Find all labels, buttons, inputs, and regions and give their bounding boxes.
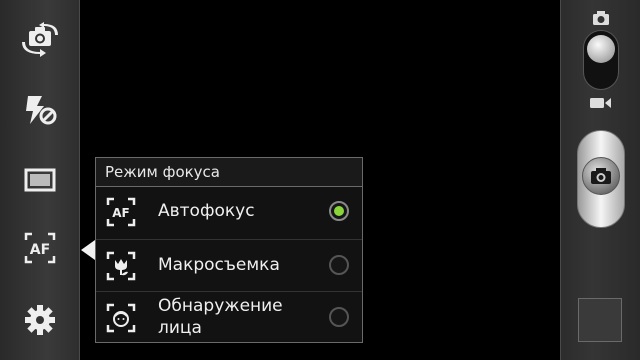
option-label-line1: Обнаружение	[158, 296, 283, 316]
left-toolbar: AF	[0, 0, 80, 360]
option-label: Макросъемка	[158, 255, 280, 275]
mode-switch[interactable]	[583, 30, 619, 90]
focus-mode-popup: Режим фокуса AF Автофокус Макросъемка Об…	[95, 157, 363, 343]
popup-pointer	[81, 240, 95, 260]
radio-unselected[interactable]	[329, 255, 349, 275]
focus-option-autofocus[interactable]: AF Автофокус	[96, 186, 362, 238]
video-icon	[590, 98, 611, 108]
gear-icon	[25, 305, 55, 335]
option-label: Автофокус	[158, 201, 255, 221]
flash-off-icon	[26, 96, 57, 125]
radio-selected[interactable]	[329, 201, 349, 221]
shutter-inner	[582, 157, 620, 195]
camera-icon	[591, 168, 611, 184]
face-detect-icon	[106, 303, 136, 333]
gallery-thumbnail[interactable]	[578, 298, 622, 342]
focus-option-face-detection[interactable]: Обнаружение лица	[96, 291, 362, 343]
camera-switch-icon	[22, 22, 58, 57]
resolution-button[interactable]	[0, 150, 80, 210]
switch-camera-button[interactable]	[0, 10, 80, 70]
af-icon: AF	[106, 197, 136, 227]
focus-mode-button[interactable]: AF	[0, 218, 80, 278]
mode-switch-knob[interactable]	[587, 35, 615, 63]
option-label-line2: лица	[158, 318, 202, 338]
svg-text:AF: AF	[112, 206, 129, 220]
af-icon: AF	[24, 232, 56, 264]
right-panel	[560, 0, 640, 360]
flash-button[interactable]	[0, 80, 80, 140]
shutter-button[interactable]	[577, 130, 625, 228]
svg-text:AF: AF	[30, 242, 50, 258]
popup-title: Режим фокуса	[96, 158, 362, 187]
aspect-ratio-icon	[24, 168, 56, 192]
radio-unselected[interactable]	[329, 307, 349, 327]
camera-icon	[593, 11, 609, 25]
focus-option-macro[interactable]: Макросъемка	[96, 239, 362, 291]
macro-icon	[106, 251, 136, 281]
settings-button[interactable]	[0, 290, 80, 350]
